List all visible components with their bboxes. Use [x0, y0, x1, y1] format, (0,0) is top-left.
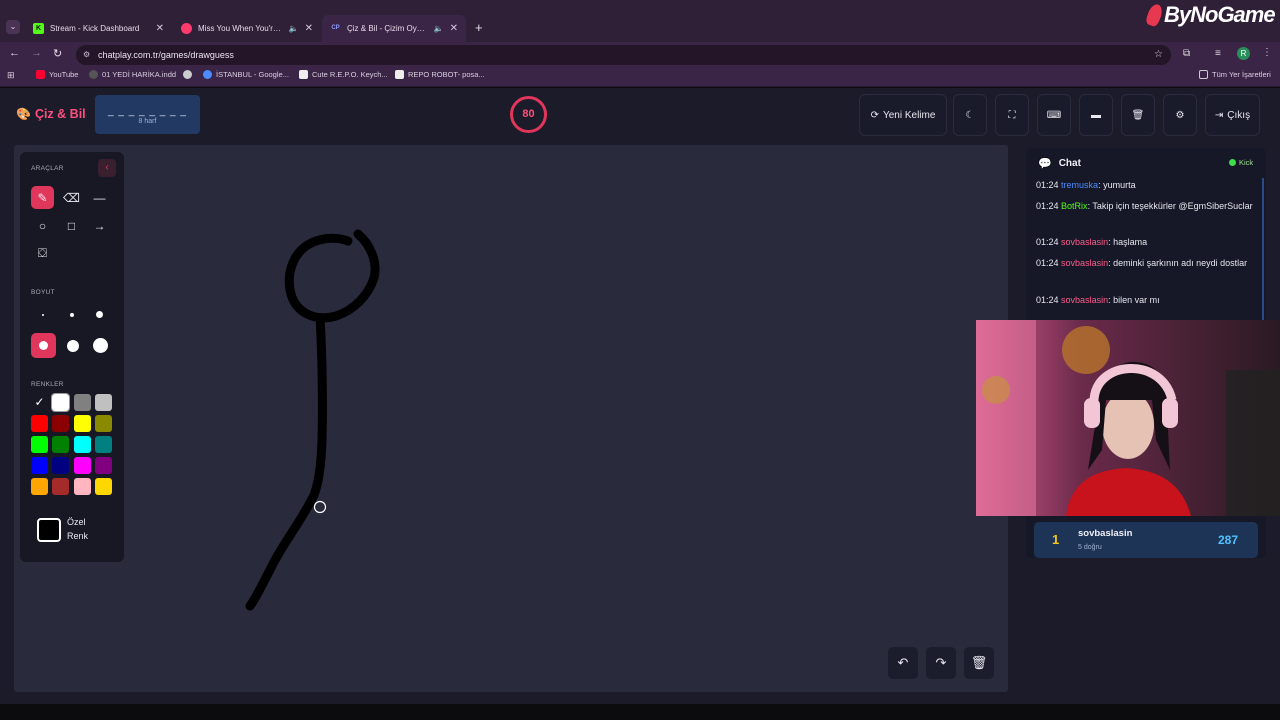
arrow-tool[interactable]: → [88, 214, 111, 237]
color-swatch-selected[interactable]: ✓ [31, 394, 48, 411]
color-swatch[interactable] [52, 436, 69, 453]
custom-color-swatch[interactable] [37, 518, 61, 542]
color-swatch[interactable] [52, 457, 69, 474]
size-4-selected[interactable] [31, 333, 56, 358]
arrow-right-icon: → [93, 218, 106, 233]
circle-tool[interactable]: ○ [31, 214, 54, 237]
color-swatch[interactable] [74, 394, 91, 411]
color-swatch[interactable] [31, 415, 48, 432]
chat-message: 01:24 sovbaslasin: deminki şarkının adı … [1036, 258, 1248, 268]
online-dot-icon [1229, 159, 1236, 166]
color-swatch[interactable] [52, 478, 69, 495]
color-swatch[interactable] [95, 436, 112, 453]
color-swatch[interactable] [74, 415, 91, 432]
player-score: 287 [1218, 533, 1239, 547]
size-2[interactable] [60, 303, 83, 326]
eraser-tool[interactable]: ⌫ [60, 186, 83, 209]
brush-tool[interactable]: ✎ [31, 186, 54, 209]
color-swatch[interactable] [31, 457, 48, 474]
paint-bucket-icon: ⛋ [37, 246, 48, 260]
color-swatch[interactable] [74, 457, 91, 474]
undo-icon: ↶ [897, 655, 909, 670]
custom-color-label: Özel Renk [67, 517, 89, 541]
size-5[interactable] [60, 333, 85, 358]
color-swatch[interactable] [52, 415, 69, 432]
color-swatch[interactable] [31, 436, 48, 453]
head-stroke [284, 229, 380, 323]
square-icon: □ [67, 218, 76, 233]
chat-scrollbar[interactable] [1262, 178, 1264, 320]
size-6[interactable] [88, 333, 113, 358]
color-swatch[interactable] [31, 478, 48, 495]
chat-header: 💬 Chat [1038, 157, 1081, 170]
player-name: sovbaslasin [1078, 528, 1133, 539]
trash-icon: 🗑 [970, 655, 988, 670]
webcam-video [976, 320, 1280, 516]
undo-button[interactable]: ↶ [888, 647, 918, 679]
chat-source-badge: Kick [1229, 158, 1253, 167]
color-swatch[interactable] [95, 415, 112, 432]
size-3[interactable] [88, 303, 111, 326]
redo-icon: ↷ [935, 655, 947, 670]
chevron-left-icon: ‹ [105, 162, 109, 173]
chat-bubbles-icon: 💬 [1038, 158, 1052, 170]
player-rank: 1 [1052, 532, 1060, 547]
line-tool[interactable]: — [88, 186, 111, 209]
tools-heading: ARAÇLAR [31, 165, 64, 172]
body-stroke [245, 313, 327, 611]
chat-message: 01:24 tremuska: yumurta [1036, 180, 1136, 190]
size-heading: BOYUT [31, 289, 55, 296]
player-correct-count: 5 doğru [1078, 544, 1102, 551]
brush-icon: ✎ [37, 190, 48, 205]
colors-heading: RENKLER [31, 381, 64, 388]
eraser-icon: ⌫ [63, 190, 80, 205]
rectangle-tool[interactable]: □ [60, 214, 83, 237]
clear-canvas-button[interactable]: 🗑 [964, 647, 994, 679]
line-icon: — [93, 190, 106, 205]
color-swatch[interactable] [95, 457, 112, 474]
size-1[interactable] [31, 303, 54, 326]
redo-button[interactable]: ↷ [926, 647, 956, 679]
webcam-overlay [976, 320, 1280, 516]
chat-message: 01:24 sovbaslasin: haşlama [1036, 237, 1148, 247]
color-swatch[interactable] [74, 478, 91, 495]
chat-message: 01:24 BotRix: Takip için teşekkürler @Eg… [1036, 201, 1253, 211]
fill-tool[interactable]: ⛋ [31, 242, 54, 265]
chat-title: Chat [1058, 158, 1081, 169]
brush-cursor [313, 500, 327, 514]
collapse-panel-button[interactable]: ‹ [98, 159, 116, 177]
circle-icon: ○ [38, 218, 47, 233]
chat-message: 01:24 sovbaslasin: bilen var mı [1036, 295, 1160, 305]
color-swatch[interactable] [95, 478, 112, 495]
color-swatch[interactable] [95, 394, 112, 411]
color-swatch[interactable] [51, 393, 70, 412]
color-swatch[interactable] [74, 436, 91, 453]
